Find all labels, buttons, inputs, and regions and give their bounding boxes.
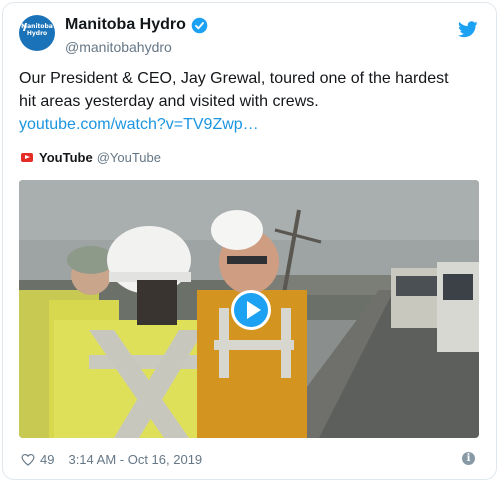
media-source-row[interactable]: YouTube @YouTube: [21, 149, 161, 165]
twitter-bird-icon[interactable]: [458, 21, 478, 38]
tweet-footer: 49 3:14 AM - Oct 16, 2019: [21, 451, 202, 467]
tweet-text: Our President & CEO, Jay Grewal, toured …: [19, 67, 469, 136]
author-handle[interactable]: @manitobahydro: [65, 39, 172, 55]
author-name-row[interactable]: Manitoba Hydro: [65, 15, 208, 35]
tweet-body: Our President & CEO, Jay Grewal, toured …: [19, 70, 449, 110]
info-icon[interactable]: i: [462, 452, 475, 465]
heart-icon[interactable]: [21, 453, 35, 466]
source-name[interactable]: YouTube: [39, 150, 93, 165]
like-count[interactable]: 49: [40, 452, 54, 467]
tweet-link[interactable]: youtube.com/watch?v=TV9Zwp…: [19, 116, 259, 133]
youtube-icon: [21, 152, 33, 162]
avatar[interactable]: Manitoba Hydro: [19, 15, 55, 51]
avatar-logo-text: Manitoba Hydro: [21, 23, 53, 37]
video-player[interactable]: [19, 180, 479, 438]
play-icon[interactable]: [231, 290, 271, 330]
verified-badge-icon: [191, 17, 208, 33]
source-handle[interactable]: @YouTube: [97, 150, 161, 165]
display-name[interactable]: Manitoba Hydro: [65, 16, 186, 34]
timestamp[interactable]: 3:14 AM - Oct 16, 2019: [68, 452, 202, 467]
